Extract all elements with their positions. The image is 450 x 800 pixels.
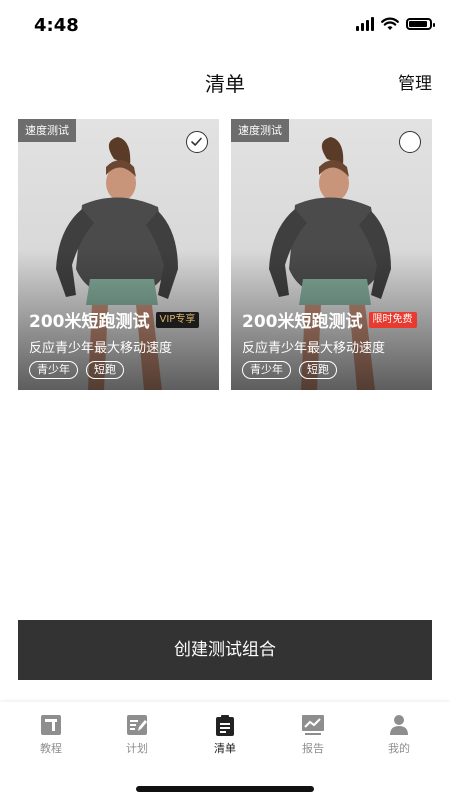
select-checkbox[interactable] (186, 131, 208, 153)
tab-label: 清单 (214, 742, 236, 755)
cellular-signal-icon (356, 17, 374, 31)
create-test-combo-button[interactable]: 创建测试组合 (18, 620, 432, 680)
category-tag: 速度测试 (18, 119, 76, 142)
tab-label: 教程 (40, 742, 62, 755)
check-icon (191, 137, 202, 146)
list-icon (216, 715, 234, 736)
tag-chip: 短跑 (86, 361, 124, 379)
tab-label: 我的 (388, 742, 410, 755)
test-card-list: 速度测试 200米短跑测试 VIP专享 反应青少年最大移动速度 青少年 短跑 速… (18, 119, 432, 391)
select-checkbox[interactable] (399, 131, 421, 153)
status-bar: 4:48 (0, 0, 450, 52)
tab-plan[interactable]: 计划 (107, 714, 167, 756)
tab-label: 报告 (302, 742, 324, 755)
plan-icon (127, 715, 147, 735)
nav-bar: 清单 管理 (0, 56, 450, 102)
report-icon (302, 715, 324, 735)
card-subtitle: 反应青少年最大移动速度 (242, 341, 386, 356)
card-title: 200米短跑测试 (29, 312, 150, 332)
battery-icon (406, 18, 435, 30)
tab-report[interactable]: 报告 (283, 714, 343, 756)
tab-tutorial[interactable]: 教程 (21, 714, 81, 756)
test-card[interactable]: 速度测试 200米短跑测试 VIP专享 反应青少年最大移动速度 青少年 短跑 (18, 119, 219, 390)
tag-chip: 青少年 (242, 361, 291, 379)
manage-button[interactable]: 管理 (398, 69, 432, 94)
tag-chip: 青少年 (29, 361, 78, 379)
tab-profile[interactable]: 我的 (369, 714, 429, 756)
card-title: 200米短跑测试 (242, 312, 363, 332)
card-title-row: 200米短跑测试 VIP专享 (29, 307, 200, 332)
test-card[interactable]: 速度测试 200米短跑测试 限时免费 反应青少年最大移动速度 青少年 短跑 (231, 119, 432, 390)
wifi-icon (381, 17, 399, 30)
tab-label: 计划 (126, 742, 148, 755)
card-title-row: 200米短跑测试 限时免费 (242, 307, 417, 332)
tutorial-icon (41, 715, 61, 735)
free-badge: 限时免费 (368, 311, 417, 328)
status-icons (356, 17, 435, 31)
card-subtitle: 反应青少年最大移动速度 (29, 341, 173, 356)
category-tag: 速度测试 (231, 119, 289, 142)
status-time: 4:48 (34, 15, 79, 36)
tag-list: 青少年 短跑 (29, 361, 124, 379)
tag-chip: 短跑 (299, 361, 337, 379)
vip-badge: VIP专享 (155, 311, 200, 328)
home-indicator (136, 786, 314, 792)
tab-list[interactable]: 清单 (195, 714, 255, 756)
tag-list: 青少年 短跑 (242, 361, 337, 379)
page-title: 清单 (205, 72, 245, 96)
profile-icon (390, 715, 408, 735)
